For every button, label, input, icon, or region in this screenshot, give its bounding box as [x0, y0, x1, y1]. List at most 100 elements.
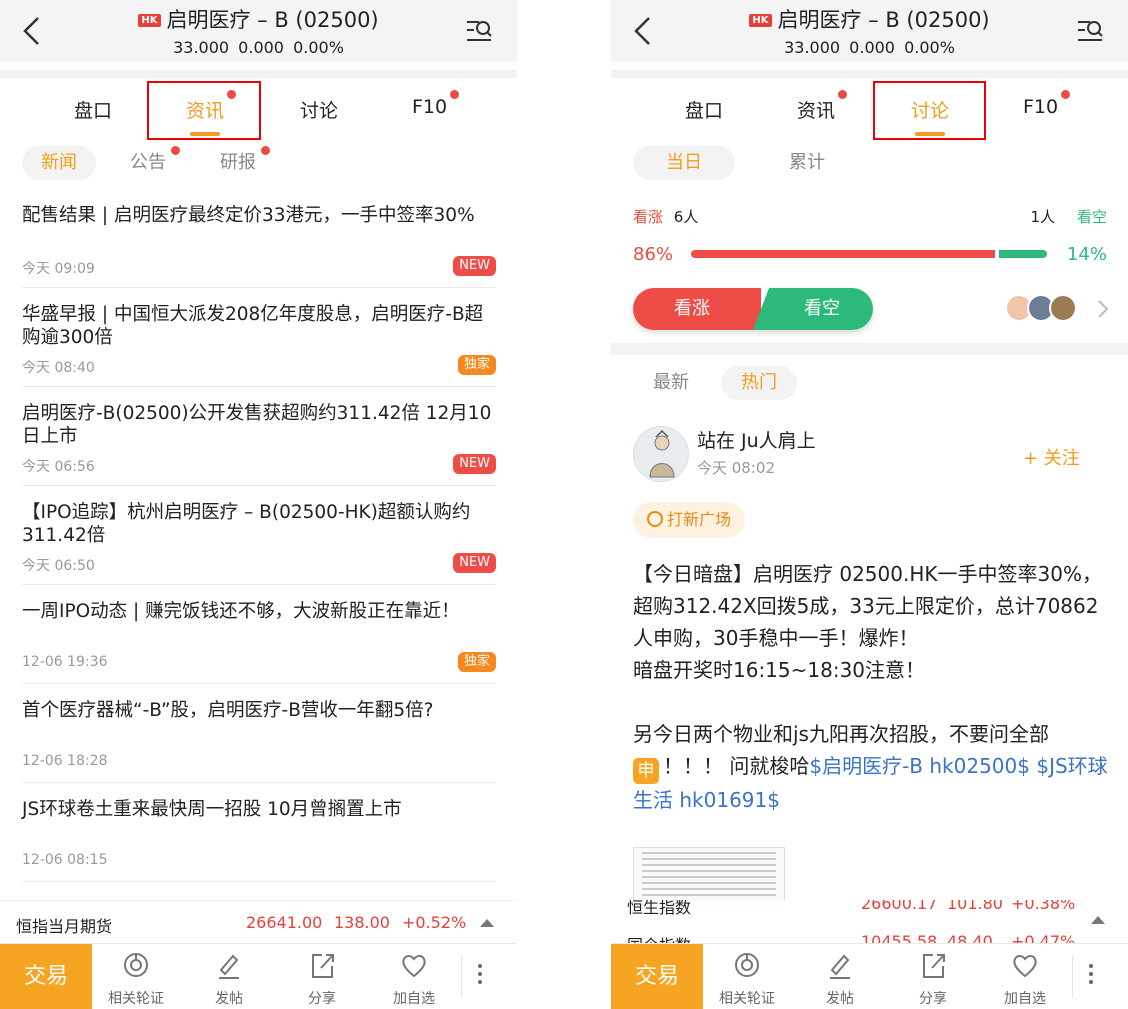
add-watchlist-button[interactable]: 加自选 [374, 944, 454, 1009]
news-item[interactable]: 【IPO追踪】杭州启明医疗 – B(02500-HK)超额认购约311.42倍今… [22, 501, 496, 585]
voter-avatars[interactable] [1005, 294, 1095, 324]
more-options-icon[interactable] [460, 960, 500, 996]
tab-pankou[interactable]: 盘口 [74, 96, 112, 123]
expand-up-icon[interactable] [1091, 916, 1105, 924]
stock-change-pct: 0.00% [904, 38, 955, 57]
subtab-cumulative[interactable]: 累计 [787, 146, 827, 180]
new-badge: NEW [453, 553, 496, 573]
avatar[interactable] [633, 426, 689, 482]
news-time: 12-06 18:28 [22, 753, 108, 769]
sort-hot[interactable]: 热门 [721, 366, 797, 400]
vote-bear-button[interactable]: 看空 [753, 288, 873, 330]
post-paragraph: 暗盘开奖时16:15~18:30注意！ [633, 658, 926, 682]
ticker-price: 26600.17 [861, 900, 938, 913]
trade-button[interactable]: 交易 [0, 944, 92, 1009]
pencil-icon [219, 954, 239, 979]
add-watchlist-button[interactable]: 加自选 [985, 944, 1065, 1009]
trade-button[interactable]: 交易 [611, 944, 703, 1009]
subtab-news[interactable]: 新闻 [22, 146, 96, 180]
share-button[interactable]: 分享 [893, 944, 973, 1009]
expand-up-icon[interactable] [480, 919, 494, 927]
share-button[interactable]: 分享 [282, 944, 362, 1009]
bottom-action-bar: 交易 相关轮证 发帖 分享 加自选 [0, 943, 517, 1009]
share-icon [312, 954, 334, 978]
subtab-today[interactable]: 当日 [633, 146, 735, 180]
topic-icon [647, 511, 663, 527]
index-ticker[interactable]: 恒生指数 26600.17 101.80 +0.38% 国企指数 10455.5… [611, 900, 1128, 943]
news-title: 启明医疗-B(02500)公开发售获超购约311.42倍 12月10日上市 [22, 403, 492, 447]
follow-button[interactable]: + 关注 [1023, 444, 1080, 470]
stock-link-qiming[interactable]: $启明医疗-B hk02500$ [809, 754, 1030, 778]
button-label: 相关轮证 [719, 991, 775, 1007]
news-item[interactable]: 华盛早报 | 中国恒大派发208亿年度股息，启明医疗-B超购逾300倍 今天 08… [22, 303, 496, 387]
button-label: 相关轮证 [108, 991, 164, 1007]
related-warrants-button[interactable]: 相关轮证 [96, 944, 176, 1009]
vote-buttons: 看涨 看空 [633, 288, 873, 330]
tab-f10[interactable]: F10 [1023, 90, 1071, 118]
stock-title: HK 启明医疗 – B (02500) [0, 4, 517, 34]
post-username[interactable]: 站在 Ju人肩上 [697, 426, 816, 453]
hk-market-badge: HK [749, 14, 772, 27]
bull-bar [691, 250, 995, 258]
news-item[interactable]: 配售结果 | 启明医疗最终定价33港元，一手中签率30% 今天 09:09 NEW [22, 204, 496, 288]
bear-bar [999, 250, 1047, 258]
search-menu-icon[interactable] [464, 16, 494, 46]
post-button[interactable]: 发帖 [189, 944, 269, 1009]
index-ticker[interactable]: 恒指当月期货 26641.00 138.00 +0.52% [0, 900, 517, 943]
post-button[interactable]: 发帖 [800, 944, 880, 1009]
news-screen: HK 启明医疗 – B (02500) 33.000 0.000 0.00% 盘口… [0, 0, 517, 1009]
post-body: 【今日暗盘】启明医疗 02500.HK一手中签率30%，超购312.42X回拨5… [633, 558, 1113, 816]
ticker-change: 48.40 [947, 932, 993, 943]
tab-label: 讨论 [300, 100, 339, 122]
chevron-right-icon[interactable] [1096, 298, 1110, 320]
ticker-change-pct: +0.38% [1011, 900, 1076, 913]
warrants-icon [735, 953, 759, 977]
stock-name: 启明医疗 – B (02500) [166, 8, 379, 32]
highlight-box [147, 81, 261, 140]
tab-label: F10 [1023, 96, 1059, 118]
news-title: 【IPO追踪】杭州启明医疗 – B(02500-HK)超额认购约311.42倍 [22, 502, 471, 546]
shen-emoji-icon: 申 [633, 758, 659, 784]
ticker-price: 26641.00 [246, 913, 323, 932]
sentiment-counts: 看涨 6人 1人 看空 [633, 206, 1107, 227]
search-menu-icon[interactable] [1075, 16, 1105, 46]
news-title: 首个医疗器械“-B”股，启明医疗-B营收一年翻5倍? [22, 700, 434, 721]
news-title: 配售结果 | 启明医疗最终定价33港元，一手中签率30% [22, 205, 475, 226]
divider [0, 70, 517, 78]
ticker-change: 138.00 [334, 913, 390, 932]
post-image-thumbnail[interactable] [633, 847, 785, 907]
tab-news[interactable]: 资讯 [797, 90, 848, 123]
divider [611, 70, 1128, 78]
news-item[interactable]: JS环球卷土重来最快周一招股 10月曾搁置上市 12-06 08:15 [22, 798, 496, 882]
subtab-research[interactable]: 研报 [218, 146, 270, 180]
news-item[interactable]: 首个医疗器械“-B”股，启明医疗-B营收一年翻5倍? 12-06 18:28 [22, 699, 496, 783]
tab-label: 盘口 [74, 100, 113, 122]
ticker-price: 10455.58 [861, 932, 938, 943]
related-warrants-button[interactable]: 相关轮证 [707, 944, 787, 1009]
main-tabs: 盘口 资讯 讨论 F10 [611, 82, 1128, 136]
section-divider [611, 343, 1128, 355]
vote-bull-button[interactable]: 看涨 [633, 288, 761, 330]
exclusive-badge: 独家 [457, 652, 496, 672]
exclusive-badge: 独家 [457, 355, 496, 375]
pencil-icon [830, 954, 850, 979]
tab-discussion[interactable]: 讨论 [300, 96, 338, 123]
news-item[interactable]: 启明医疗-B(02500)公开发售获超购约311.42倍 12月10日上市 今天 … [22, 402, 496, 486]
news-item[interactable]: 一周IPO动态 | 赚完饭钱还不够，大波新股正在靠近！ 12-06 19:36 独家 [22, 600, 496, 684]
post-time: 今天 08:02 [697, 459, 775, 477]
stock-change-pct: 0.00% [293, 38, 344, 57]
more-options-icon[interactable] [1071, 960, 1111, 996]
subtab-label: 公告 [130, 152, 166, 173]
news-title: JS环球卷土重来最快周一招股 10月曾搁置上市 [22, 799, 402, 820]
news-subtabs: 新闻 公告 研报 [0, 146, 517, 182]
stock-name: 启明医疗 – B (02500) [777, 8, 990, 32]
heart-icon [1013, 955, 1037, 978]
subtab-announcements[interactable]: 公告 [128, 146, 180, 180]
sort-latest[interactable]: 最新 [651, 366, 691, 400]
tab-f10[interactable]: F10 [412, 90, 460, 118]
topic-chip[interactable]: 打新广场 [633, 502, 746, 538]
tab-pankou[interactable]: 盘口 [685, 96, 723, 123]
ticker-name: 国企指数 [627, 932, 691, 943]
stock-header: HK 启明医疗 – B (02500) 33.000 0.000 0.00% [0, 0, 517, 62]
